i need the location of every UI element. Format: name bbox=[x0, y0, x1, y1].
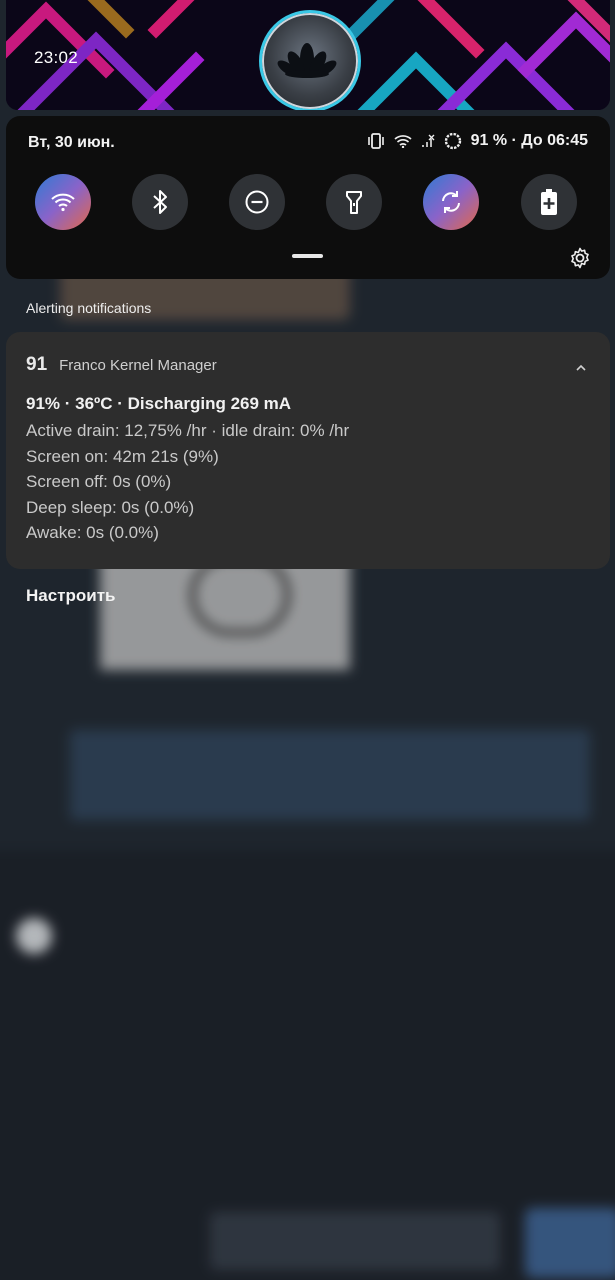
line-active-drain: Active drain: 12,75% /hr · idle drain: 0… bbox=[26, 421, 350, 440]
section-title: Alerting notifications bbox=[26, 300, 152, 316]
wifi-tile[interactable] bbox=[35, 174, 91, 230]
flashlight-tile[interactable] bbox=[326, 174, 382, 230]
notification-card[interactable]: 91 Franco Kernel Manager 91% · 36ºC · Di… bbox=[6, 332, 610, 569]
date-label: Вт, 30 июн. bbox=[28, 134, 115, 151]
vibrate-icon bbox=[367, 133, 385, 149]
battery-saver-icon bbox=[541, 189, 557, 215]
user-avatar[interactable] bbox=[259, 10, 361, 110]
battery-status-text: 91 % · До 06:45 bbox=[470, 132, 588, 149]
app-header: 91 Franco Kernel Manager bbox=[26, 354, 217, 376]
line-screen-off: Screen off: 0s (0%) bbox=[26, 472, 172, 492]
line-deep-sleep: Deep sleep: 0s (0.0%) bbox=[26, 497, 195, 517]
notification-title: 91% · 36ºC · Discharging 269 mA bbox=[26, 394, 292, 413]
bluetooth-icon bbox=[153, 190, 167, 214]
bluetooth-tile[interactable] bbox=[132, 174, 188, 230]
auto-rotate-tile[interactable] bbox=[423, 174, 479, 230]
collapse-button[interactable] bbox=[574, 360, 588, 378]
no-signal-icon bbox=[421, 134, 435, 148]
app-icon: 91 bbox=[26, 354, 48, 375]
do-not-disturb-icon bbox=[245, 190, 269, 214]
quick-settings-panel: Вт, 30 июн. 91 % · До 06:45 bbox=[6, 116, 610, 279]
app-name: Franco Kernel Manager bbox=[59, 357, 217, 374]
manage-notifications-button[interactable]: Настроить bbox=[26, 586, 116, 606]
notification-body: Active drain: 12,75% /hr · idle drain: 0… bbox=[26, 418, 349, 546]
auto-rotate-icon bbox=[442, 191, 460, 213]
header-wallpaper: 23:02 bbox=[6, 0, 610, 110]
clock: 23:02 bbox=[34, 48, 79, 67]
gear-icon bbox=[571, 247, 589, 269]
chevron-up-icon bbox=[576, 364, 586, 371]
battery-ring-icon bbox=[444, 132, 462, 150]
settings-button[interactable] bbox=[568, 246, 592, 275]
wifi-status-icon bbox=[394, 134, 412, 148]
lotus-icon bbox=[277, 43, 337, 78]
line-awake: Awake: 0s (0.0%) bbox=[26, 523, 159, 543]
status-icons: 91 % · До 06:45 bbox=[367, 132, 588, 150]
wifi-icon bbox=[51, 193, 75, 212]
battery-saver-tile[interactable] bbox=[521, 174, 577, 230]
dnd-tile[interactable] bbox=[229, 174, 285, 230]
drag-handle[interactable] bbox=[292, 254, 323, 258]
flashlight-icon bbox=[346, 191, 362, 214]
line-screen-on: Screen on: 42m 21s (9%) bbox=[26, 446, 219, 466]
